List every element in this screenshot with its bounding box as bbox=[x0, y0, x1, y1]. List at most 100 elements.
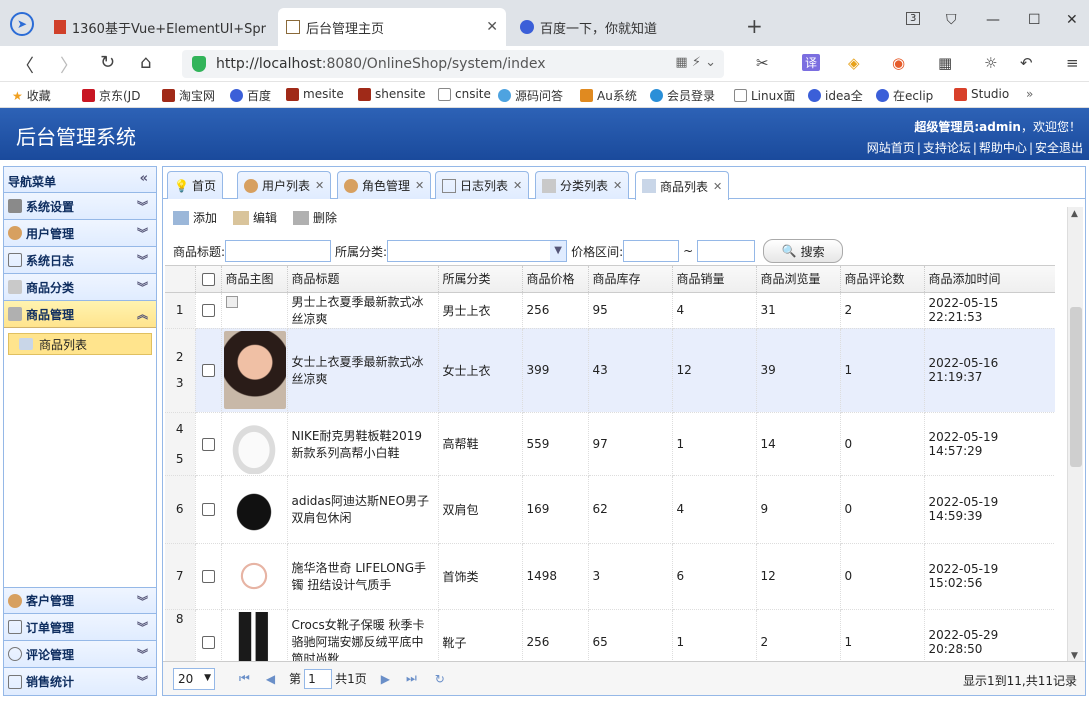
prev-page-icon[interactable]: ◀ bbox=[266, 672, 275, 686]
page-number-input[interactable]: 1 bbox=[304, 668, 333, 689]
sidebar-subitem-product-list[interactable]: 商品列表 bbox=[8, 333, 152, 355]
shirt-icon[interactable]: ⛉ bbox=[946, 12, 957, 28]
select-all-checkbox[interactable] bbox=[195, 266, 222, 293]
bookmark-shensite[interactable]: shensite bbox=[358, 87, 426, 101]
url-actions-icon[interactable]: ▦ ⚡ ⌄ bbox=[675, 55, 716, 70]
bookmark-qa[interactable]: 源码问答 bbox=[498, 87, 563, 104]
checkbox[interactable] bbox=[201, 503, 215, 516]
browser-tab-1[interactable]: 1360基于Vue+ElementUI+Spr bbox=[46, 8, 274, 46]
close-tab-icon[interactable]: ✕ bbox=[315, 179, 324, 192]
price-min-input[interactable] bbox=[623, 240, 680, 262]
column-header-image[interactable]: 商品主图 bbox=[221, 266, 288, 293]
close-tab-icon[interactable]: ✕ bbox=[613, 179, 622, 192]
close-tab-icon[interactable]: ✕ bbox=[478, 19, 498, 35]
tab-product-list[interactable]: 商品列表 ✕ bbox=[635, 171, 730, 200]
sidebar-item-customers[interactable]: 客户管理 ︾ bbox=[4, 587, 156, 614]
close-window-icon[interactable]: ✕ bbox=[1066, 12, 1078, 28]
bookmark-jd[interactable]: 京东(JD bbox=[82, 87, 140, 104]
table-row[interactable]: 45 NIKE耐克男鞋板鞋2019新款系列高帮小白鞋 高帮鞋 559 97 1 … bbox=[165, 412, 1055, 476]
tab-categories[interactable]: 分类列表 ✕ bbox=[535, 171, 630, 199]
edit-button[interactable]: 编辑 bbox=[233, 209, 277, 226]
checkbox[interactable] bbox=[201, 304, 215, 317]
close-tab-icon[interactable]: ✕ bbox=[415, 179, 424, 192]
sidebar-item-categories[interactable]: 商品分类 ︾ bbox=[4, 274, 156, 301]
undo-icon[interactable]: ↶ bbox=[1020, 54, 1033, 72]
search-button[interactable]: 🔍 搜索 bbox=[763, 239, 844, 263]
checkbox[interactable] bbox=[201, 364, 215, 377]
back-icon[interactable]: 〈 bbox=[16, 52, 34, 78]
url-field[interactable]: http://localhost:8080/OnlineShop/system/… bbox=[182, 50, 724, 78]
first-page-icon[interactable]: ⏮ bbox=[239, 671, 250, 686]
column-header-sales[interactable]: 商品销量 bbox=[672, 266, 757, 293]
sidebar-item-sales[interactable]: 销售统计 ︾ bbox=[4, 668, 156, 695]
scroll-down-icon[interactable]: ▼ bbox=[1071, 651, 1078, 661]
link-forum[interactable]: 支持论坛 bbox=[923, 141, 971, 155]
browser-logo-icon[interactable]: ➤ bbox=[10, 12, 34, 36]
row-checkbox-cell[interactable] bbox=[195, 292, 222, 329]
column-header-stock[interactable]: 商品库存 bbox=[588, 266, 673, 293]
column-header-comments[interactable]: 商品评论数 bbox=[840, 266, 925, 293]
bookmark-linux[interactable]: Linux面 bbox=[734, 87, 795, 104]
checkbox[interactable] bbox=[201, 570, 215, 583]
row-checkbox-cell[interactable] bbox=[195, 543, 222, 610]
row-checkbox-cell[interactable] bbox=[195, 609, 222, 661]
menu-icon[interactable]: ≡ bbox=[1066, 54, 1079, 72]
scrollbar-thumb[interactable] bbox=[1070, 307, 1082, 467]
reload-icon[interactable]: ↻ bbox=[100, 52, 115, 73]
bookmark-cnsite[interactable]: cnsite bbox=[438, 87, 491, 101]
column-header-title[interactable]: 商品标题 bbox=[287, 266, 439, 293]
brightness-icon[interactable]: ☼ bbox=[984, 54, 997, 72]
link-logout[interactable]: 安全退出 bbox=[1035, 141, 1083, 155]
tab-count-icon[interactable]: 3 bbox=[906, 12, 921, 25]
gamepad-icon[interactable]: ◉ bbox=[892, 54, 905, 72]
link-help[interactable]: 帮助中心 bbox=[979, 141, 1027, 155]
bookmark-baidu[interactable]: 百度 bbox=[230, 87, 271, 104]
browser-tab-2[interactable]: 后台管理主页 ✕ bbox=[278, 8, 506, 46]
category-select[interactable]: ▼ bbox=[387, 240, 568, 262]
row-checkbox-cell[interactable] bbox=[195, 412, 222, 476]
minimize-icon[interactable]: — bbox=[986, 12, 1000, 28]
add-button[interactable]: 添加 bbox=[173, 209, 217, 226]
table-row-selected[interactable]: 23 女士上衣夏季最新款式冰丝凉爽 女士上衣 399 43 12 39 1 20… bbox=[165, 328, 1055, 413]
bookmark-taobao[interactable]: 淘宝网 bbox=[162, 87, 215, 104]
tab-home[interactable]: 💡 首页 bbox=[167, 171, 224, 199]
bookmark-au[interactable]: Au系统 bbox=[580, 87, 637, 104]
column-header-time[interactable]: 商品添加时间 bbox=[924, 266, 1055, 293]
collapse-sidebar-icon[interactable]: « bbox=[140, 171, 148, 186]
checkbox[interactable] bbox=[201, 272, 215, 286]
bookmark-studio[interactable]: Studio bbox=[954, 87, 1009, 101]
close-tab-icon[interactable]: ✕ bbox=[513, 179, 522, 192]
translate-icon[interactable]: 译 bbox=[802, 54, 821, 71]
next-page-icon[interactable]: ▶ bbox=[381, 672, 390, 686]
title-search-input[interactable] bbox=[225, 240, 332, 262]
close-tab-icon[interactable]: ✕ bbox=[713, 180, 722, 193]
row-checkbox-cell[interactable] bbox=[195, 475, 222, 544]
bookmark-member[interactable]: 会员登录 bbox=[650, 87, 715, 104]
column-header-category[interactable]: 所属分类 bbox=[438, 266, 523, 293]
scissors-icon[interactable]: ✂ bbox=[756, 54, 769, 72]
page-size-select[interactable]: 20 ▼ bbox=[173, 667, 215, 690]
coin-icon[interactable]: ◈ bbox=[848, 54, 860, 72]
browser-tab-3[interactable]: 百度一下，你就知道 bbox=[512, 8, 736, 46]
sidebar-item-logs[interactable]: 系统日志 ︾ bbox=[4, 247, 156, 274]
table-row[interactable]: 8 Crocs女靴子保暖 秋季卡骆驰阿瑞安娜反绒平底中筒时尚靴 靴子 256 6… bbox=[165, 609, 1055, 661]
link-home[interactable]: 网站首页 bbox=[867, 141, 915, 155]
vertical-scrollbar[interactable]: ▲ ▼ bbox=[1067, 207, 1083, 663]
checkbox[interactable] bbox=[201, 636, 215, 649]
tab-logs[interactable]: 日志列表 ✕ bbox=[435, 171, 530, 199]
bookmark-favorites[interactable]: ★ 收藏 bbox=[12, 87, 51, 104]
sidebar-item-comments[interactable]: 评论管理 ︾ bbox=[4, 641, 156, 668]
sidebar-item-products[interactable]: 商品管理 ︽ bbox=[4, 301, 156, 328]
row-checkbox-cell[interactable] bbox=[195, 328, 222, 413]
table-row[interactable]: 7 施华洛世奇 LIFELONG手镯 扭结设计气质手 首饰类 1498 3 6 … bbox=[165, 543, 1055, 610]
maximize-icon[interactable]: ☐ bbox=[1028, 12, 1041, 28]
table-row[interactable]: 6 adidas阿迪达斯NEO男子双肩包休闲 双肩包 169 62 4 9 0 … bbox=[165, 475, 1055, 544]
scroll-up-icon[interactable]: ▲ bbox=[1071, 209, 1078, 219]
refresh-icon[interactable]: ↻ bbox=[435, 672, 445, 686]
checkbox[interactable] bbox=[201, 437, 215, 451]
home-icon[interactable]: ⌂ bbox=[140, 52, 151, 73]
new-tab-icon[interactable]: + bbox=[746, 14, 763, 38]
delete-button[interactable]: 删除 bbox=[293, 209, 337, 226]
tab-roles[interactable]: 角色管理 ✕ bbox=[337, 171, 432, 199]
apps-grid-icon[interactable]: ▦ bbox=[938, 54, 952, 72]
